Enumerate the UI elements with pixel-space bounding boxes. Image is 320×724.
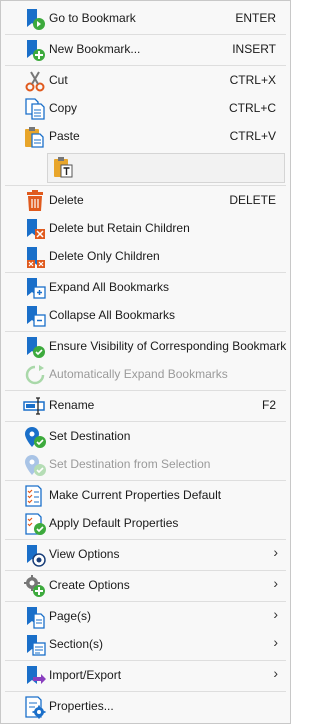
shortcut: CTRL+V: [229, 129, 276, 143]
submenu-arrow-icon: ›: [273, 634, 278, 650]
separator: [5, 691, 286, 692]
separator: [5, 65, 286, 66]
expand-bookmarks-icon: [23, 276, 47, 300]
menu-item-expand-all[interactable]: Expand All Bookmarks: [3, 274, 288, 301]
menu-item-auto-expand[interactable]: Automatically Expand Bookmarks: [3, 361, 288, 388]
menu-item-import-export[interactable]: Import/Export ›: [3, 662, 288, 689]
separator: [5, 421, 286, 422]
label: Expand All Bookmarks: [49, 280, 170, 294]
bookmark-go-icon: [23, 7, 47, 31]
label: Rename: [49, 398, 95, 412]
label: Create Options: [49, 578, 130, 592]
label: Make Current Properties Default: [49, 488, 222, 502]
menu-item-paste[interactable]: Paste CTRL+V: [3, 123, 288, 150]
label: Section(s): [49, 637, 104, 651]
separator: [5, 660, 286, 661]
label: Ensure Visibility of Corresponding Bookm…: [49, 339, 287, 353]
properties-default-icon: [23, 484, 47, 508]
bookmark-delete-children-icon: [23, 245, 47, 269]
separator: [5, 601, 286, 602]
menu-item-delete[interactable]: Delete DELETE: [3, 187, 288, 214]
label: View Options: [49, 547, 120, 561]
paste-options-gallery: [47, 153, 285, 183]
submenu-arrow-icon: ›: [273, 544, 278, 560]
sections-icon: [23, 633, 47, 657]
separator: [5, 539, 286, 540]
separator: [5, 480, 286, 481]
label: New Bookmark...: [49, 42, 141, 56]
bookmarks-context-menu: Go to Bookmark ENTER New Bookmark... INS…: [0, 0, 291, 724]
menu-item-delete-retain-children[interactable]: Delete but Retain Children: [3, 215, 288, 242]
submenu-arrow-icon: ›: [273, 606, 278, 622]
shortcut: DELETE: [229, 193, 276, 207]
label: Delete but Retain Children: [49, 221, 190, 235]
menu-item-cut[interactable]: Cut CTRL+X: [3, 67, 288, 94]
menu-item-ensure-visibility[interactable]: Ensure Visibility of Corresponding Bookm…: [3, 333, 288, 360]
bookmark-visibility-icon: [23, 335, 47, 359]
trash-icon: [23, 189, 47, 213]
label: Cut: [49, 73, 68, 87]
label: Page(s): [49, 609, 92, 623]
label: Go to Bookmark: [49, 11, 136, 25]
label: Delete Only Children: [49, 249, 160, 263]
shortcut: CTRL+X: [229, 73, 276, 87]
shortcut: CTRL+C: [228, 101, 276, 115]
label: Apply Default Properties: [49, 516, 179, 530]
bookmark-add-icon: [23, 38, 47, 62]
bookmark-delete-retain-icon: [23, 217, 47, 241]
separator: [5, 34, 286, 35]
rename-icon: [23, 394, 47, 418]
map-pin-selection-icon: [23, 453, 47, 477]
separator: [5, 570, 286, 571]
label: Delete: [49, 193, 84, 207]
submenu-arrow-icon: ›: [273, 575, 278, 591]
menu-item-set-destination-selection[interactable]: Set Destination from Selection: [3, 451, 288, 478]
menu-item-collapse-all[interactable]: Collapse All Bookmarks: [3, 302, 288, 329]
apply-properties-icon: [23, 512, 47, 536]
label: Paste: [49, 129, 80, 143]
shortcut: F2: [261, 398, 276, 412]
auto-expand-icon: [23, 363, 47, 387]
menu-item-rename[interactable]: Rename F2: [3, 392, 288, 419]
label: Collapse All Bookmarks: [49, 308, 176, 322]
map-pin-icon: [23, 425, 47, 449]
menu-item-go-to-bookmark[interactable]: Go to Bookmark ENTER: [3, 5, 288, 32]
menu-item-delete-only-children[interactable]: Delete Only Children: [3, 243, 288, 270]
collapse-bookmarks-icon: [23, 304, 47, 328]
separator: [5, 390, 286, 391]
shortcut: ENTER: [235, 11, 276, 25]
menu-item-apply-default[interactable]: Apply Default Properties: [3, 510, 288, 537]
label: Copy: [49, 101, 78, 115]
menu-item-copy[interactable]: Copy CTRL+C: [3, 95, 288, 122]
menu-item-set-destination[interactable]: Set Destination: [3, 423, 288, 450]
menu-item-pages[interactable]: Page(s) ›: [3, 603, 288, 630]
create-options-icon: [23, 574, 47, 598]
paste-text-icon[interactable]: [52, 155, 76, 179]
separator: [5, 185, 286, 186]
separator: [5, 331, 286, 332]
menu-item-sections[interactable]: Section(s) ›: [3, 631, 288, 658]
scissors-icon: [23, 69, 47, 93]
label: Set Destination from Selection: [49, 457, 211, 471]
menu-item-properties[interactable]: Properties...: [3, 693, 288, 720]
paste-icon: [23, 125, 47, 149]
label: Automatically Expand Bookmarks: [49, 367, 228, 381]
submenu-arrow-icon: ›: [273, 665, 278, 681]
import-export-icon: [23, 664, 47, 688]
properties-gear-icon: [23, 695, 47, 719]
shortcut: INSERT: [232, 42, 276, 56]
menu-item-make-default[interactable]: Make Current Properties Default: [3, 482, 288, 509]
label: Properties...: [49, 699, 114, 713]
menu-item-view-options[interactable]: View Options ›: [3, 541, 288, 568]
label: Import/Export: [49, 668, 122, 682]
separator: [5, 272, 286, 273]
label: Set Destination: [49, 429, 131, 443]
menu-item-new-bookmark[interactable]: New Bookmark... INSERT: [3, 36, 288, 63]
menu-item-create-options[interactable]: Create Options ›: [3, 572, 288, 599]
copy-icon: [23, 97, 47, 121]
pages-icon: [23, 605, 47, 629]
bookmark-view-icon: [23, 543, 47, 567]
